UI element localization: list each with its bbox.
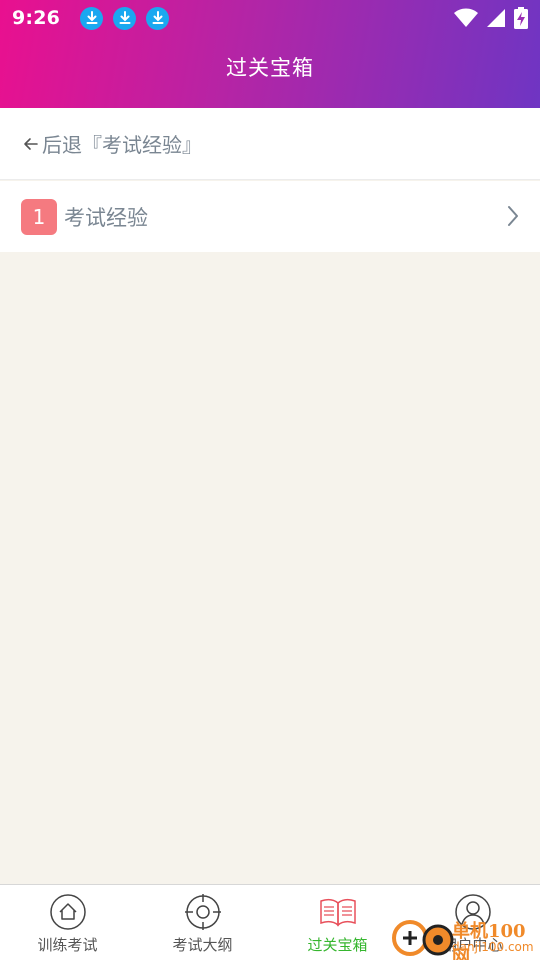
chevron-right-icon <box>506 205 520 232</box>
cell-signal-icon <box>487 9 505 27</box>
page-title: 过关宝箱 <box>226 56 314 80</box>
back-label: 后退『考试经验』 <box>42 133 202 157</box>
download-icon <box>146 6 170 30</box>
back-arrow-icon <box>22 135 40 153</box>
list-item[interactable]: 1 考试经验 <box>0 181 540 252</box>
watermark-logo: 单机100网 danji100.com <box>390 914 540 960</box>
watermark-url: danji100.com <box>452 940 534 954</box>
tab-label: 过关宝箱 <box>307 936 368 954</box>
status-time: 9:26 <box>12 7 61 29</box>
wifi-icon <box>454 8 478 27</box>
list-item-label: 考试经验 <box>64 205 148 230</box>
book-icon <box>319 898 356 927</box>
download-icon <box>113 6 137 30</box>
tab-label: 训练考试 <box>37 936 98 954</box>
target-icon <box>184 894 221 930</box>
tab-pass-treasure[interactable]: 过关宝箱 <box>270 885 405 960</box>
home-icon <box>49 894 86 930</box>
battery-charging-icon <box>514 7 528 29</box>
tab-training-exam[interactable]: 训练考试 <box>0 885 135 960</box>
status-bar: 9:26 <box>0 0 540 36</box>
download-icon <box>80 6 104 30</box>
app-header: 9:26 过关宝箱 <box>0 0 540 108</box>
tab-label: 考试大纲 <box>172 936 233 954</box>
number-badge: 1 <box>21 198 57 235</box>
back-button[interactable]: 后退『考试经验』 <box>0 108 540 180</box>
tab-exam-outline[interactable]: 考试大纲 <box>135 885 270 960</box>
status-icons <box>454 7 528 29</box>
